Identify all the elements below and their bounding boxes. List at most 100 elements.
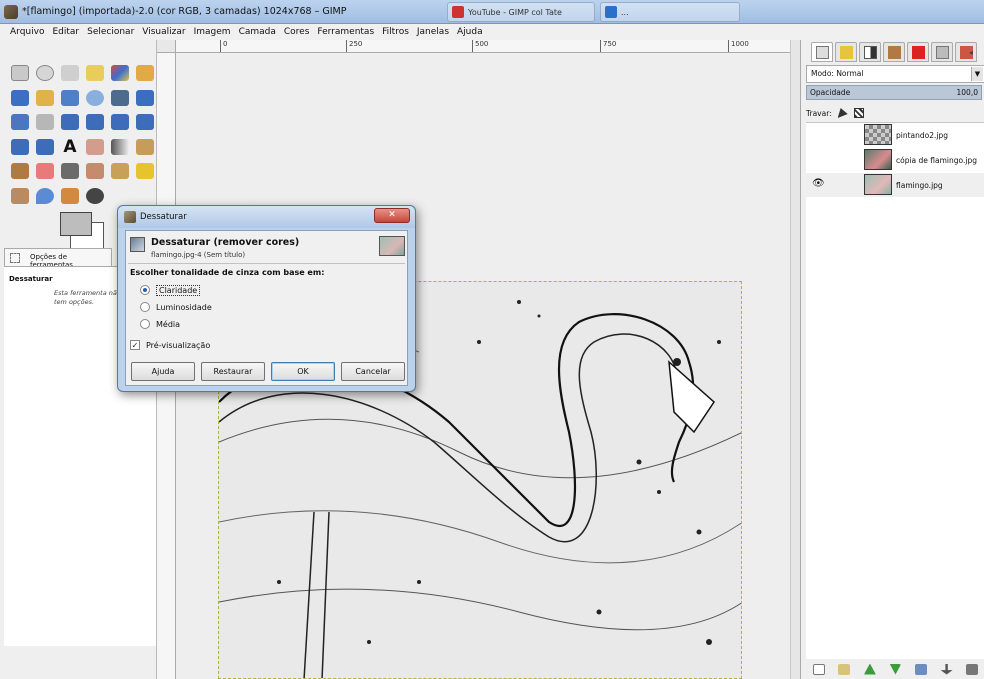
opacity-slider[interactable]: Opacidade 100,0 [806, 85, 982, 100]
scissors-tool-icon[interactable] [136, 65, 154, 81]
ruler-tick: 250 [346, 40, 362, 52]
background-window-tab-2[interactable]: ... [600, 2, 740, 22]
perspective-tool-icon[interactable] [136, 114, 154, 130]
menu-visualizar[interactable]: Visualizar [142, 27, 185, 37]
background-window-tab[interactable]: YouTube - GIMP col Tate [447, 2, 595, 22]
canvas-vertical-scrollbar[interactable] [790, 40, 800, 679]
gimp-app-icon [4, 5, 18, 19]
menu-imagem[interactable]: Imagem [194, 27, 231, 37]
duplicate-layer-icon[interactable] [915, 663, 928, 675]
tab-channels[interactable] [835, 42, 857, 62]
cancel-button[interactable]: Cancelar [341, 362, 405, 381]
layer-name: cópia de flamingo.jpg [896, 156, 977, 165]
chevron-down-icon[interactable]: ▼ [971, 67, 983, 81]
anchor-layer-icon[interactable] [940, 663, 953, 675]
ellipse-select-tool-icon[interactable] [36, 65, 54, 81]
foreground-color-swatch[interactable] [60, 212, 92, 236]
blend-tool-icon[interactable] [111, 138, 129, 155]
scale-tool-icon[interactable] [86, 114, 104, 130]
ink-tool-icon[interactable] [86, 163, 104, 179]
reset-button[interactable]: Restaurar [201, 362, 265, 381]
dodge-burn-tool-icon[interactable] [86, 187, 104, 204]
tab-colors[interactable] [907, 42, 929, 62]
heal-cross-tool-icon[interactable] [136, 163, 154, 179]
layer-row[interactable]: 👁 flamingo.jpg [806, 173, 984, 197]
help-button[interactable]: Ajuda [131, 362, 195, 381]
preview-checkbox-row[interactable]: ✓ Pré-visualização [130, 338, 210, 352]
flip-tool-icon[interactable] [11, 138, 29, 155]
option-claridade[interactable]: Claridade [140, 283, 201, 297]
new-layer-group-icon[interactable] [838, 663, 851, 675]
menu-cores[interactable]: Cores [284, 27, 310, 37]
layer-thumbnail [864, 174, 892, 195]
select-by-color-tool-icon[interactable] [111, 65, 129, 81]
menu-ajuda[interactable]: Ajuda [457, 27, 483, 37]
close-icon[interactable]: ✕ [374, 208, 410, 223]
rect-select-tool-icon[interactable] [11, 65, 29, 81]
layer-row[interactable]: pintando2.jpg [806, 123, 984, 147]
option-luminosidade[interactable]: Luminosidade [140, 300, 212, 314]
pencil-tool-icon[interactable] [11, 163, 29, 179]
ruler-corner[interactable] [157, 40, 176, 53]
dialog-titlebar[interactable]: Dessaturar ✕ [118, 206, 415, 228]
fuzzy-select-tool-icon[interactable] [86, 65, 104, 81]
lock-row: Travar: [806, 106, 864, 120]
move-tool-icon[interactable] [136, 89, 154, 106]
crop-tool-icon[interactable] [36, 114, 54, 130]
layer-mode-select[interactable]: Modo: Normal ▼ [806, 65, 984, 83]
tab-brushes[interactable] [883, 42, 905, 62]
free-select-tool-icon[interactable] [61, 65, 79, 81]
eye-icon[interactable]: 👁 [812, 179, 825, 189]
tab-patterns[interactable] [931, 42, 953, 62]
zoom-tool-icon[interactable] [86, 89, 104, 106]
color-picker-tool-icon[interactable] [61, 89, 79, 106]
lock-pixels-icon[interactable] [837, 108, 848, 118]
lock-alpha-icon[interactable] [853, 108, 864, 118]
tab-paths[interactable] [859, 42, 881, 62]
menu-filtros[interactable]: Filtros [382, 27, 409, 37]
preview-checkbox[interactable]: ✓ [130, 340, 140, 350]
clone-tool-icon[interactable] [111, 163, 129, 179]
menu-selecionar[interactable]: Selecionar [87, 27, 134, 37]
measure-tool-icon[interactable] [111, 89, 129, 106]
option-label: Luminosidade [156, 302, 212, 312]
radio-luminosidade[interactable] [140, 302, 150, 312]
bucket-fill-tool-icon[interactable] [136, 138, 154, 155]
desaturate-icon [130, 237, 145, 252]
heal-tool-icon[interactable] [86, 138, 104, 155]
smudge-tool-icon[interactable] [61, 187, 79, 204]
window-titlebar: *[flamingo] (importada)-2.0 (cor RGB, 3 … [0, 0, 984, 24]
rotate-tool-icon[interactable] [61, 114, 79, 130]
layer-mode-label: Modo: Normal [811, 69, 864, 78]
shear-tool-icon[interactable] [111, 114, 129, 130]
blur-tool-icon[interactable] [36, 187, 54, 204]
menu-arquivo[interactable]: Arquivo [10, 27, 44, 37]
menu-ferramentas[interactable]: Ferramentas [317, 27, 374, 37]
ok-button[interactable]: OK [271, 362, 335, 381]
radio-media[interactable] [140, 319, 150, 329]
tab-layers[interactable] [811, 42, 833, 62]
paths-tool-icon[interactable] [36, 89, 54, 106]
perspective-clone-tool-icon[interactable] [11, 187, 29, 204]
tool-options-tab[interactable]: Opções de ferramentas [4, 248, 112, 269]
tool-options-icon [10, 253, 20, 263]
menu-camada[interactable]: Camada [239, 27, 276, 37]
menu-janelas[interactable]: Janelas [417, 27, 449, 37]
new-layer-icon[interactable] [812, 663, 825, 675]
delete-layer-icon[interactable] [966, 663, 979, 675]
text-tool-icon[interactable]: A [61, 138, 79, 155]
eraser-tool-icon[interactable] [36, 163, 54, 179]
tab-fonts[interactable] [955, 42, 977, 62]
menu-editar[interactable]: Editar [52, 27, 79, 37]
align-tool-icon[interactable] [11, 114, 29, 130]
dock-menu-button[interactable]: ◂ [969, 48, 973, 57]
option-media[interactable]: Média [140, 317, 180, 331]
cage-tool-icon[interactable] [36, 138, 54, 155]
lower-layer-icon[interactable] [889, 663, 902, 675]
layer-row[interactable]: cópia de flamingo.jpg [806, 148, 984, 172]
raise-layer-icon[interactable] [863, 663, 876, 675]
dialog-heading: Dessaturar (remover cores) [151, 237, 300, 248]
foreground-select-tool-icon[interactable] [11, 89, 29, 106]
airbrush-tool-icon[interactable] [61, 163, 79, 179]
radio-claridade[interactable] [140, 285, 150, 295]
